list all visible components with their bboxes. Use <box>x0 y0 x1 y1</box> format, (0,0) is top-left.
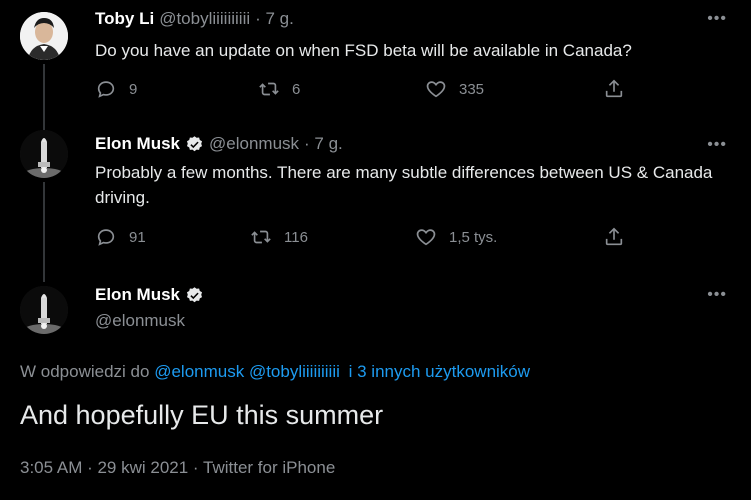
reply-count: 9 <box>129 80 138 98</box>
tweet-text: Probably a few months. There are many su… <box>95 163 713 207</box>
retweet-icon <box>259 82 279 96</box>
retweet-count: 6 <box>292 80 301 98</box>
reply-button[interactable]: 91 <box>95 226 146 248</box>
author-handle[interactable]: @elonmusk <box>95 311 185 331</box>
heart-icon <box>416 229 436 246</box>
heart-icon <box>426 81 446 98</box>
reply-icon <box>97 229 115 246</box>
reply-count: 91 <box>129 228 146 246</box>
share-icon <box>605 79 623 98</box>
share-button[interactable] <box>603 78 625 100</box>
avatar-elon[interactable] <box>20 130 68 178</box>
like-count: 1,5 tys. <box>449 228 498 246</box>
share-icon <box>605 227 623 246</box>
tweet-time[interactable]: · 7 g. <box>304 134 343 154</box>
avatar-toby[interactable] <box>20 12 68 60</box>
more-options-icon[interactable]: ••• <box>707 286 727 304</box>
retweet-icon <box>251 230 271 244</box>
author-handle[interactable]: @elonmusk <box>209 134 299 154</box>
verified-badge-icon <box>186 135 203 151</box>
author-handle[interactable]: @tobyliiiiiiiiii <box>159 9 250 29</box>
others-link[interactable]: i 3 innych użytkowników <box>349 362 530 381</box>
main-tweet: Elon Musk @elonmusk ••• W odpowiedzi do … <box>0 268 751 500</box>
tweet-elon-reply[interactable]: Elon Musk @elonmusk · 7 g. ••• Probably … <box>0 118 751 282</box>
retweet-button[interactable]: 116 <box>250 226 308 248</box>
thread-line-top <box>43 118 45 128</box>
like-button[interactable]: 1,5 tys. <box>415 226 497 248</box>
reply-icon <box>97 81 115 98</box>
like-button[interactable]: 335 <box>425 78 484 100</box>
retweet-button[interactable]: 6 <box>258 78 300 100</box>
reply-prefix: W odpowiedzi do <box>20 362 150 381</box>
author-name[interactable]: Elon Musk <box>95 134 180 154</box>
tweet-toby[interactable]: Toby Li @tobyliiiiiiiiii · 7 g. ••• Do y… <box>0 0 751 132</box>
mention-link[interactable]: @elonmusk <box>154 362 244 381</box>
more-options-icon[interactable]: ••• <box>707 10 727 28</box>
thread-line <box>43 182 45 282</box>
tweet-text: Do you have an update on when FSD beta w… <box>95 41 632 60</box>
avatar-elon[interactable] <box>20 286 68 334</box>
mention-link[interactable]: @tobyliiiiiiiiii <box>249 362 340 381</box>
tweet-time[interactable]: · 7 g. <box>255 9 294 29</box>
share-button[interactable] <box>603 226 625 248</box>
main-tweet-text: And hopefully EU this summer <box>20 400 384 430</box>
more-options-icon[interactable]: ••• <box>707 136 727 154</box>
tweet-meta[interactable]: 3:05 AM · 29 kwi 2021 · Twitter for iPho… <box>20 458 335 478</box>
verified-badge-icon <box>186 286 203 302</box>
retweet-count: 116 <box>284 228 308 246</box>
like-count: 335 <box>459 80 485 98</box>
author-name[interactable]: Elon Musk <box>95 285 180 305</box>
reply-context: W odpowiedzi do @elonmusk @tobyliiiiiiii… <box>20 362 530 382</box>
author-name[interactable]: Toby Li <box>95 9 154 29</box>
reply-button[interactable]: 9 <box>95 78 137 100</box>
